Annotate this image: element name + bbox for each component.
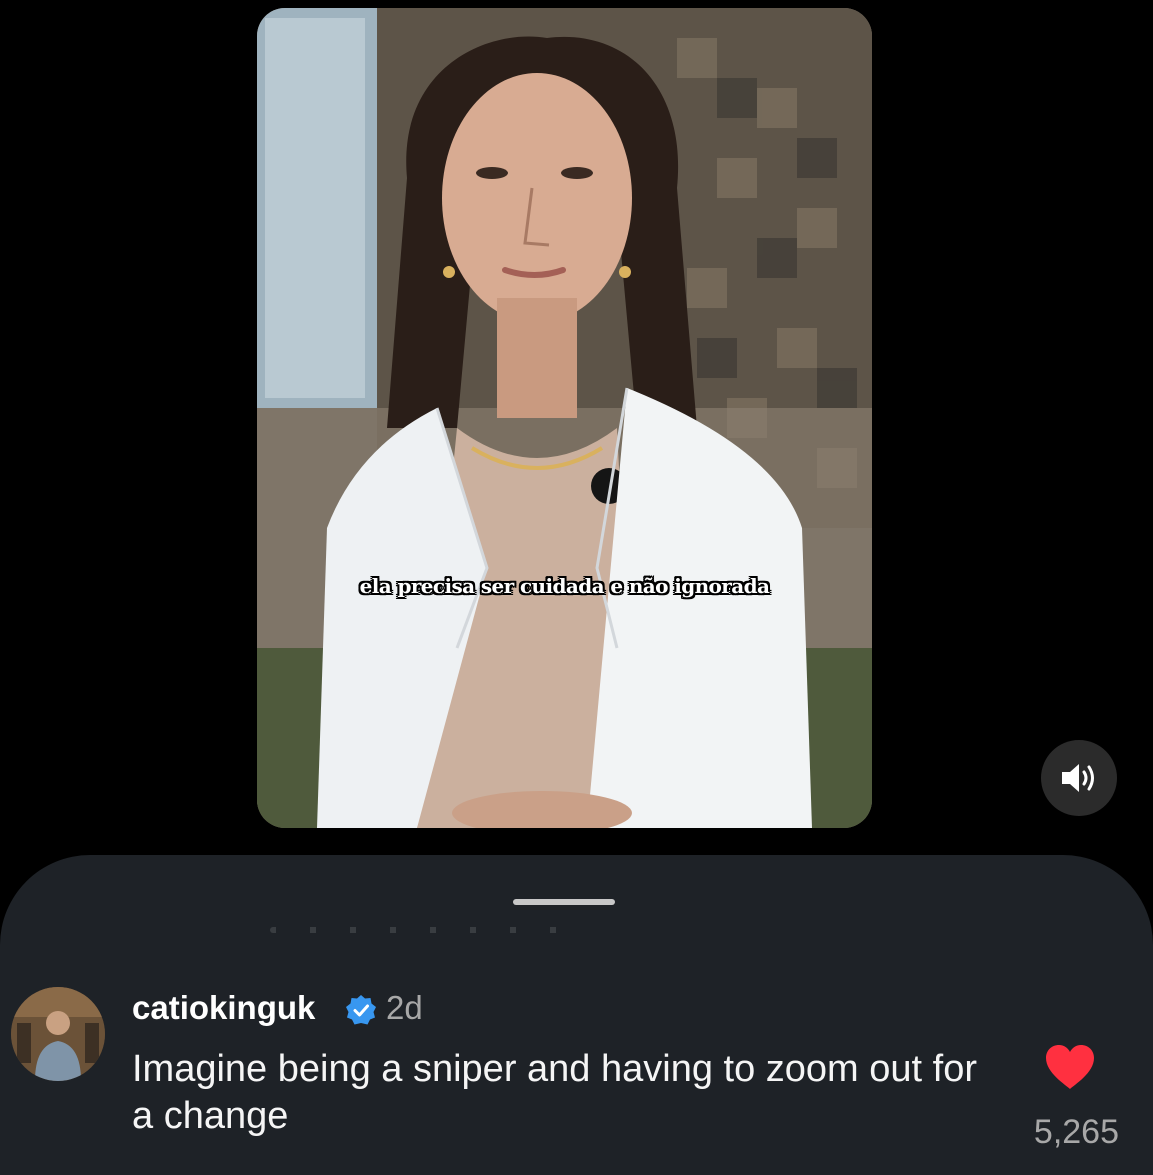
comment-text: Imagine being a sniper and having to zoo… — [132, 1048, 977, 1137]
comment-timestamp: 2d — [386, 989, 423, 1026]
sound-toggle-button[interactable] — [1041, 740, 1117, 816]
verified-badge-icon — [346, 995, 376, 1025]
video-caption: ela precisa ser cuidada e não ignorada — [359, 574, 770, 598]
like-count: 5,265 — [1033, 1113, 1119, 1151]
speaker-volume-icon — [1062, 764, 1094, 792]
video-frame — [257, 8, 872, 828]
comment-username[interactable]: catiokinguk — [132, 989, 315, 1027]
like-heart-icon[interactable] — [1044, 1043, 1096, 1091]
avatar[interactable] — [11, 987, 105, 1081]
avatar-image — [11, 987, 105, 1081]
sheet-header-fade — [270, 927, 590, 933]
reel-video[interactable]: ela precisa ser cuidada e não ignorada — [257, 8, 872, 828]
comments-sheet: catiokinguk 2d Imagine being a sniper an… — [0, 855, 1153, 1175]
sheet-drag-handle[interactable] — [513, 899, 615, 905]
